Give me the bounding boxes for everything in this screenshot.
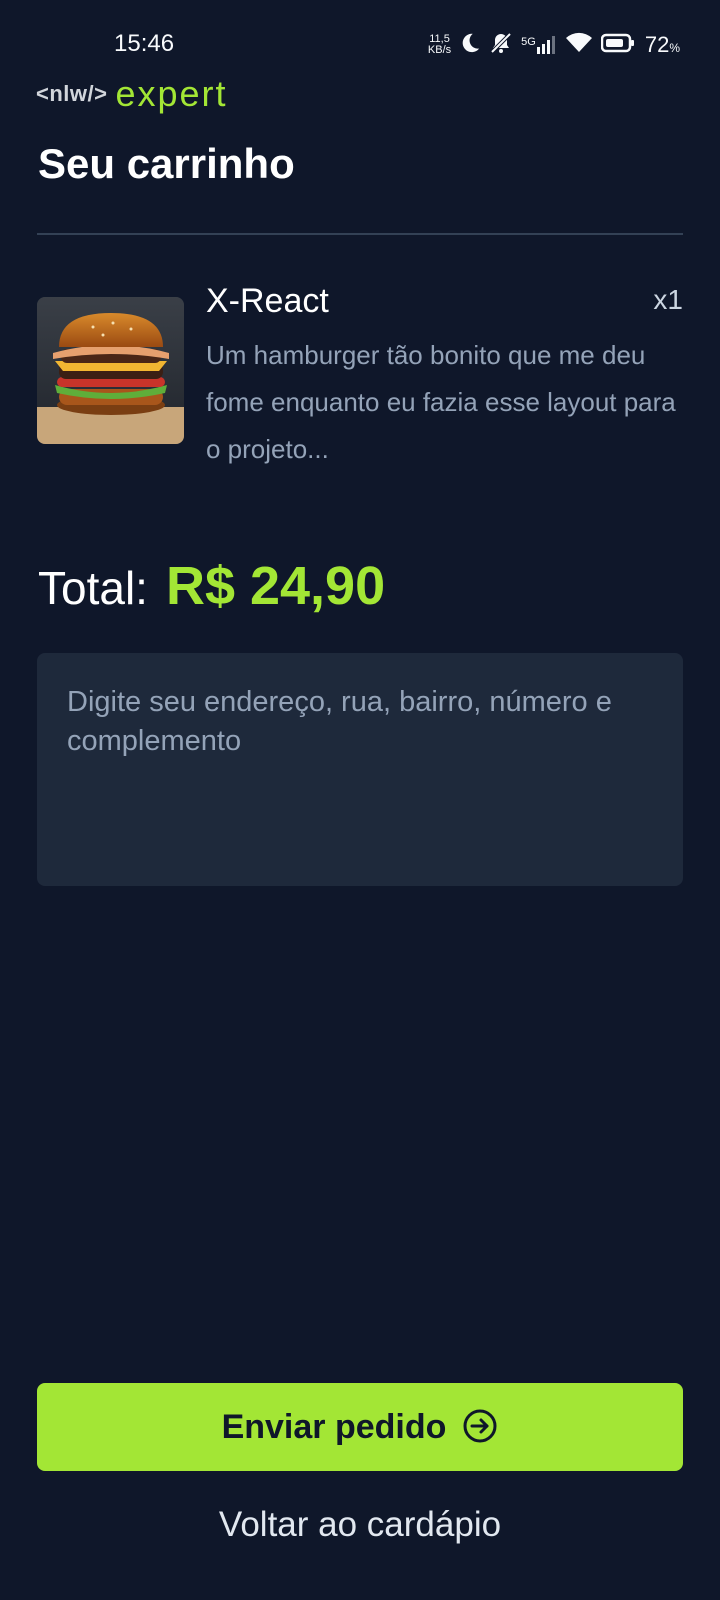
- address-input[interactable]: [37, 653, 683, 886]
- battery-percent: 72%: [645, 32, 680, 58]
- burger-image: [37, 297, 184, 444]
- total-label: Total:: [38, 562, 148, 614]
- page-title: Seu carrinho: [38, 140, 295, 187]
- battery-icon: [600, 33, 635, 58]
- wifi-icon: [565, 32, 593, 59]
- battery-percent-unit: %: [669, 41, 680, 55]
- battery-percent-value: 72: [644, 32, 670, 57]
- brand-name: expert: [115, 73, 228, 114]
- title-divider: [37, 233, 683, 235]
- item-name: X-React: [206, 282, 329, 320]
- item-description: Um hamburger tão bonito que me deu fome …: [206, 340, 676, 464]
- cart-screen: 15:46 11,5 KB/s 5G 72% <nlw/> expert Seu…: [0, 0, 720, 1600]
- status-icons: 11,5 KB/s 5G 72%: [428, 30, 680, 60]
- moon-icon: [459, 32, 481, 59]
- network-speed-unit: KB/s: [427, 44, 452, 56]
- bell-muted-icon: [489, 31, 513, 60]
- back-to-menu-link[interactable]: Voltar ao cardápio: [0, 1505, 720, 1545]
- network-speed: 11,5 KB/s: [428, 34, 451, 56]
- signal-icon: 5G: [521, 36, 557, 54]
- brand-logo: <nlw/> expert: [36, 73, 228, 114]
- send-order-button[interactable]: Enviar pedido: [37, 1383, 683, 1471]
- order-total: Total: R$ 24,90: [38, 555, 385, 617]
- status-bar: 15:46 11,5 KB/s 5G 72%: [0, 0, 720, 80]
- item-quantity: x1: [653, 284, 683, 315]
- status-time: 15:46: [114, 30, 175, 57]
- network-type-label: 5G: [521, 36, 536, 48]
- total-value: R$ 24,90: [165, 556, 386, 616]
- cart-item: X-React x1 Um hamburger tão bonito que m…: [37, 282, 683, 472]
- arrow-right-circle-icon: [462, 1408, 498, 1447]
- brand-tag: <nlw/>: [36, 81, 108, 106]
- send-order-label: Enviar pedido: [221, 1407, 447, 1446]
